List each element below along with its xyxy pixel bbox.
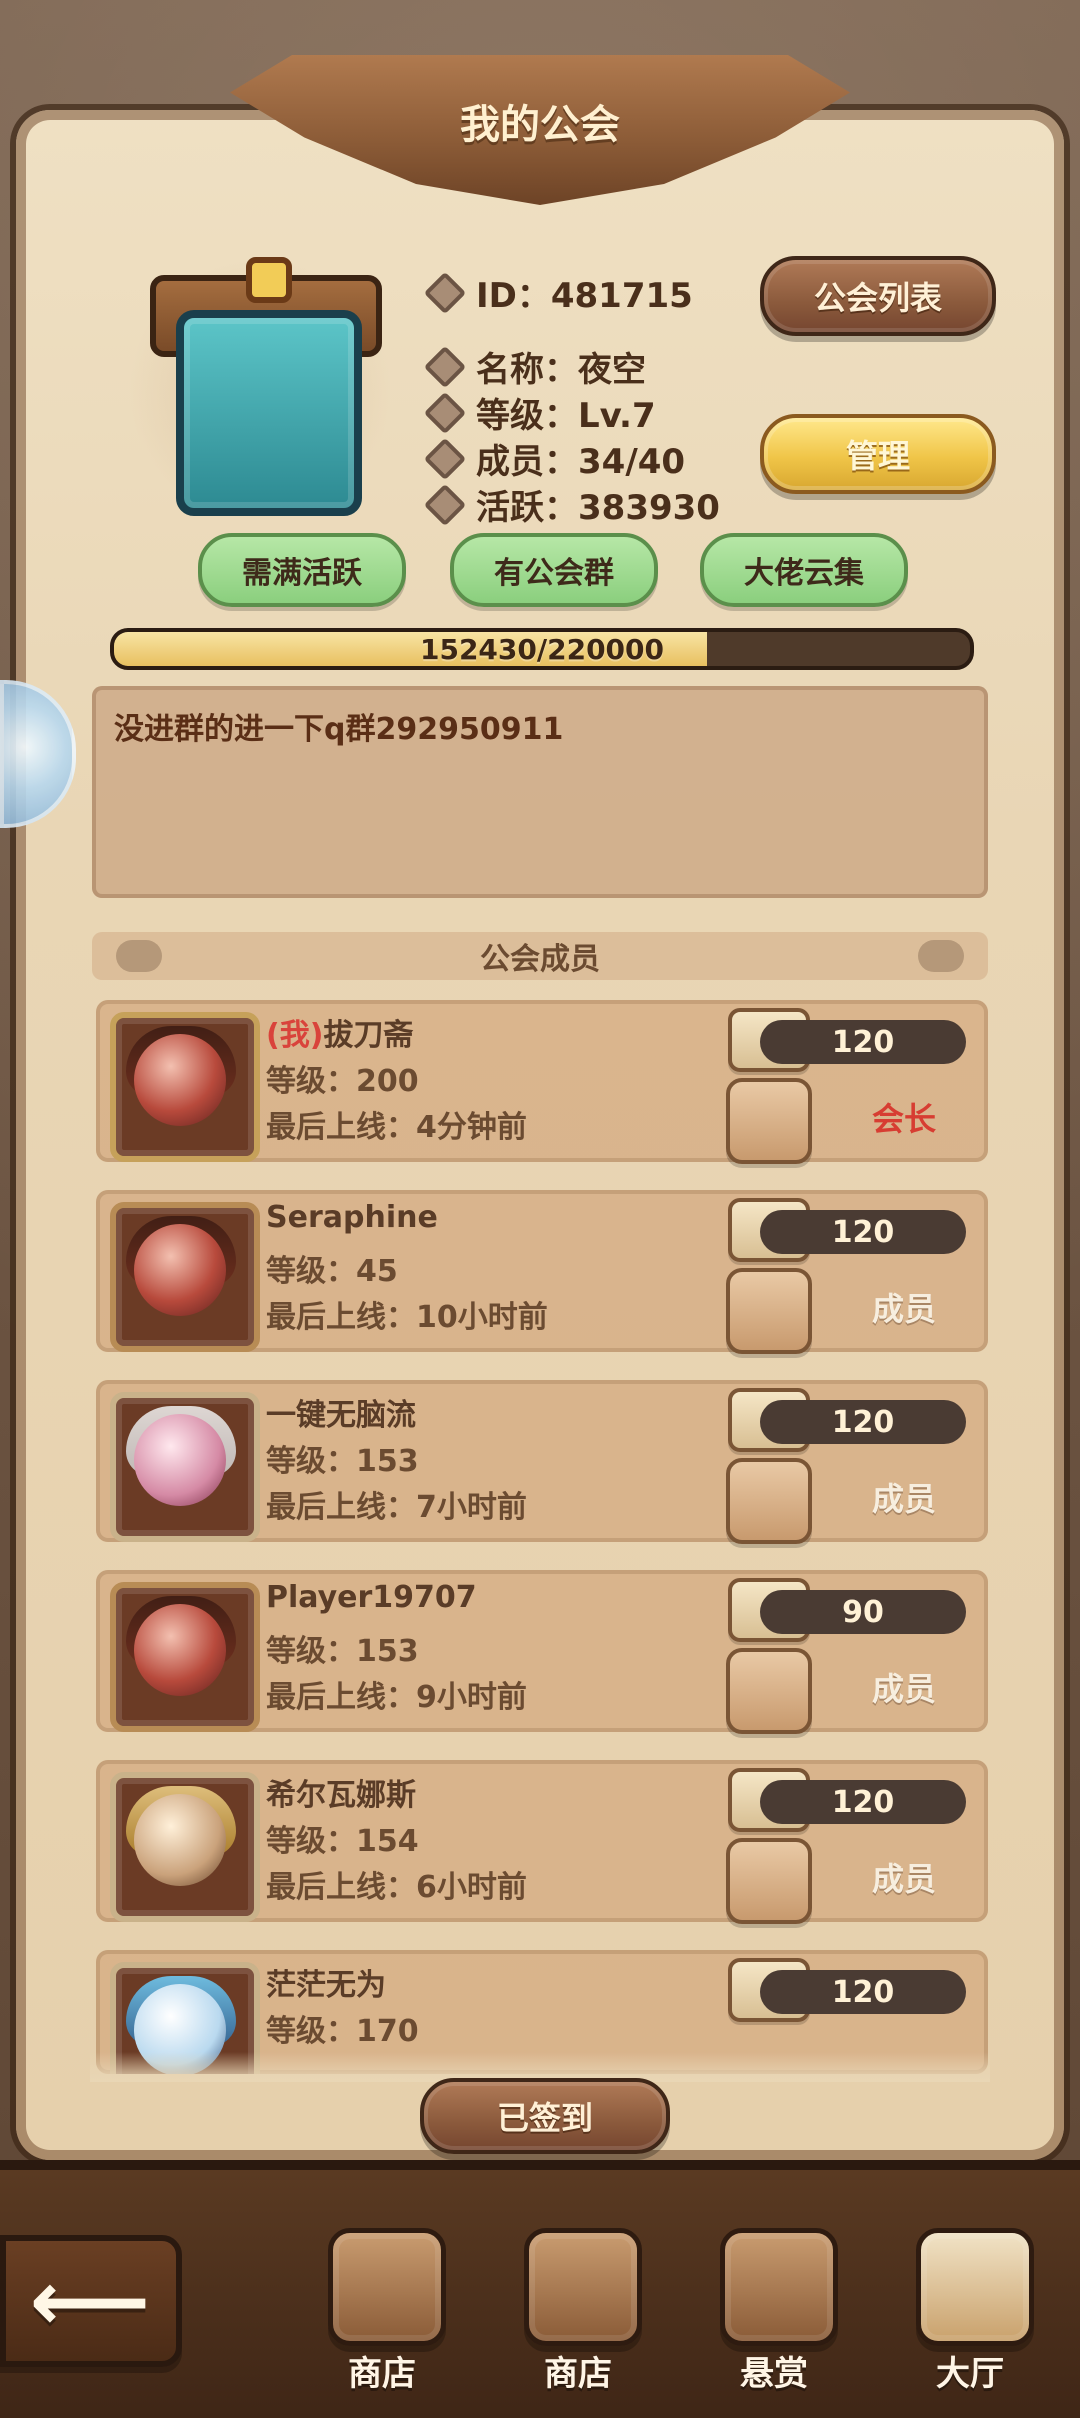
avatar-face — [134, 1224, 226, 1316]
warrior-helmet-icon — [328, 2228, 446, 2346]
back-arrow-icon: ⟵ — [29, 2252, 151, 2350]
guild-progress-bar: 152430/220000 — [110, 628, 974, 670]
tag-experts: 大佬云集 — [700, 533, 908, 607]
guild-notice-text: 没进群的进一下q群292950911 — [114, 712, 564, 747]
member-avatar[interactable] — [110, 1772, 260, 1922]
member-role: 会长 — [871, 1100, 936, 1138]
diamond-bullet-icon — [423, 345, 467, 388]
guild-level-line: 等级：Lv.7 — [423, 388, 656, 437]
member-level: 等级：153 — [266, 1634, 419, 1669]
diamond-bullet-icon — [423, 483, 467, 526]
guild-banner-icon — [176, 310, 362, 516]
diamond-bullet-icon — [423, 391, 467, 434]
member-role: 成员 — [871, 1290, 936, 1328]
member-last-online: 最后上线：7小时前 — [266, 1490, 527, 1525]
nav-label: 大厅 — [936, 2354, 1004, 2394]
member-level: 等级：154 — [266, 1824, 419, 1859]
member-name: 一键无脑流 — [266, 1398, 416, 1433]
member-row[interactable]: Player19707 等级：153 最后上线：9小时前 90 成员 — [96, 1570, 988, 1734]
member-points-badge: 120 — [760, 1970, 966, 2014]
guild-members-line: 成员：34/40 — [423, 434, 686, 483]
member-role: 成员 — [871, 1670, 936, 1708]
avatar-face — [134, 1414, 226, 1506]
diamond-bullet-icon — [423, 271, 467, 314]
diamond-bullet-icon — [423, 437, 467, 480]
member-last-online: 最后上线：6小时前 — [266, 1870, 527, 1905]
member-name: 希尔瓦娜斯 — [266, 1778, 416, 1813]
member-avatar[interactable] — [110, 1202, 260, 1352]
member-last-online: 最后上线：9小时前 — [266, 1680, 527, 1715]
member-points-badge: 120 — [760, 1020, 966, 1064]
member-last-online: 最后上线：4分钟前 — [266, 1110, 527, 1145]
member-row[interactable]: 一键无脑流 等级：153 最后上线：7小时前 120 成员 — [96, 1380, 988, 1544]
member-level: 等级：45 — [266, 1254, 398, 1289]
hall-banner-icon — [916, 2228, 1034, 2346]
nav-item-hall[interactable]: 大厅 — [890, 2228, 1050, 2408]
tag-requirement: 需满活跃 — [198, 533, 406, 607]
member-name-text: 拔刀斋 — [323, 1018, 414, 1053]
guild-level-text: 等级：Lv.7 — [476, 396, 656, 436]
treasure-bag-icon — [524, 2228, 642, 2346]
guild-emblem — [110, 255, 410, 525]
guild-members-text: 成员：34/40 — [476, 442, 686, 482]
member-role: 成员 — [871, 1480, 936, 1518]
member-name: Player19707 — [266, 1580, 477, 1615]
member-name: (我)拔刀斋 — [266, 1010, 413, 1054]
member-last-online: 最后上线：10小时前 — [266, 1300, 548, 1335]
guild-id-text: ID：481715 — [476, 276, 693, 316]
crossed-swords-icon — [726, 1838, 812, 1924]
guild-id-line: ID：481715 — [423, 268, 693, 317]
nav-item-bounty[interactable]: 悬赏 — [694, 2228, 854, 2408]
member-row[interactable]: 希尔瓦娜斯 等级：154 最后上线：6小时前 120 成员 — [96, 1760, 988, 1924]
avatar-face — [134, 1034, 226, 1126]
guild-name-line: 名称：夜空 — [423, 342, 646, 391]
crossed-swords-icon — [726, 1648, 812, 1734]
avatar-face — [134, 1604, 226, 1696]
page-title: 我的公会 — [460, 102, 620, 148]
progress-text: 152430/220000 — [419, 632, 664, 666]
header-ornament-left — [116, 940, 162, 972]
nav-item-shop-2[interactable]: 商店 — [498, 2228, 658, 2408]
bounty-scroll-icon — [720, 2228, 838, 2346]
tag-group: 有公会群 — [450, 533, 658, 607]
member-points-badge: 120 — [760, 1400, 966, 1444]
member-points-badge: 90 — [760, 1590, 966, 1634]
member-name: 茫茫无为 — [266, 1968, 386, 2003]
guild-name-text: 名称：夜空 — [476, 350, 646, 390]
crossed-swords-icon — [726, 1268, 812, 1354]
member-avatar[interactable] — [110, 1582, 260, 1732]
emblem-gem-icon — [246, 257, 292, 303]
member-role: 成员 — [871, 1860, 936, 1898]
avatar-face — [134, 1794, 226, 1886]
header-ornament-right — [918, 940, 964, 972]
crossed-swords-icon — [726, 1458, 812, 1544]
member-name: Seraphine — [266, 1200, 438, 1235]
member-points-badge: 120 — [760, 1210, 966, 1254]
guild-activity-line: 活跃：383930 — [423, 480, 720, 529]
guild-activity-text: 活跃：383930 — [476, 488, 720, 528]
nav-label: 商店 — [348, 2354, 416, 2394]
manage-button[interactable]: 管理 — [760, 414, 996, 494]
member-points-badge: 120 — [760, 1780, 966, 1824]
guild-list-button[interactable]: 公会列表 — [760, 256, 996, 336]
member-row[interactable]: Seraphine 等级：45 最后上线：10小时前 120 成员 — [96, 1190, 988, 1354]
member-row[interactable]: (我)拔刀斋 等级：200 最后上线：4分钟前 120 会长 — [96, 1000, 988, 1164]
signed-in-button[interactable]: 已签到 — [420, 2078, 670, 2154]
member-avatar[interactable] — [110, 1392, 260, 1542]
me-prefix: (我) — [266, 1018, 324, 1053]
member-level: 等级：153 — [266, 1444, 419, 1479]
member-level: 等级：170 — [266, 2014, 419, 2049]
guild-notice: 没进群的进一下q群292950911 — [92, 686, 988, 898]
member-level: 等级：200 — [266, 1064, 419, 1099]
nav-item-shop-1[interactable]: 商店 — [302, 2228, 462, 2408]
members-section-title: 公会成员 — [480, 942, 600, 977]
nav-label: 悬赏 — [740, 2354, 808, 2394]
back-button[interactable]: ⟵ — [0, 2235, 182, 2367]
nav-label: 商店 — [544, 2354, 612, 2394]
members-section-header: 公会成员 — [92, 932, 988, 980]
member-avatar[interactable] — [110, 1012, 260, 1162]
crossed-swords-icon — [726, 1078, 812, 1164]
